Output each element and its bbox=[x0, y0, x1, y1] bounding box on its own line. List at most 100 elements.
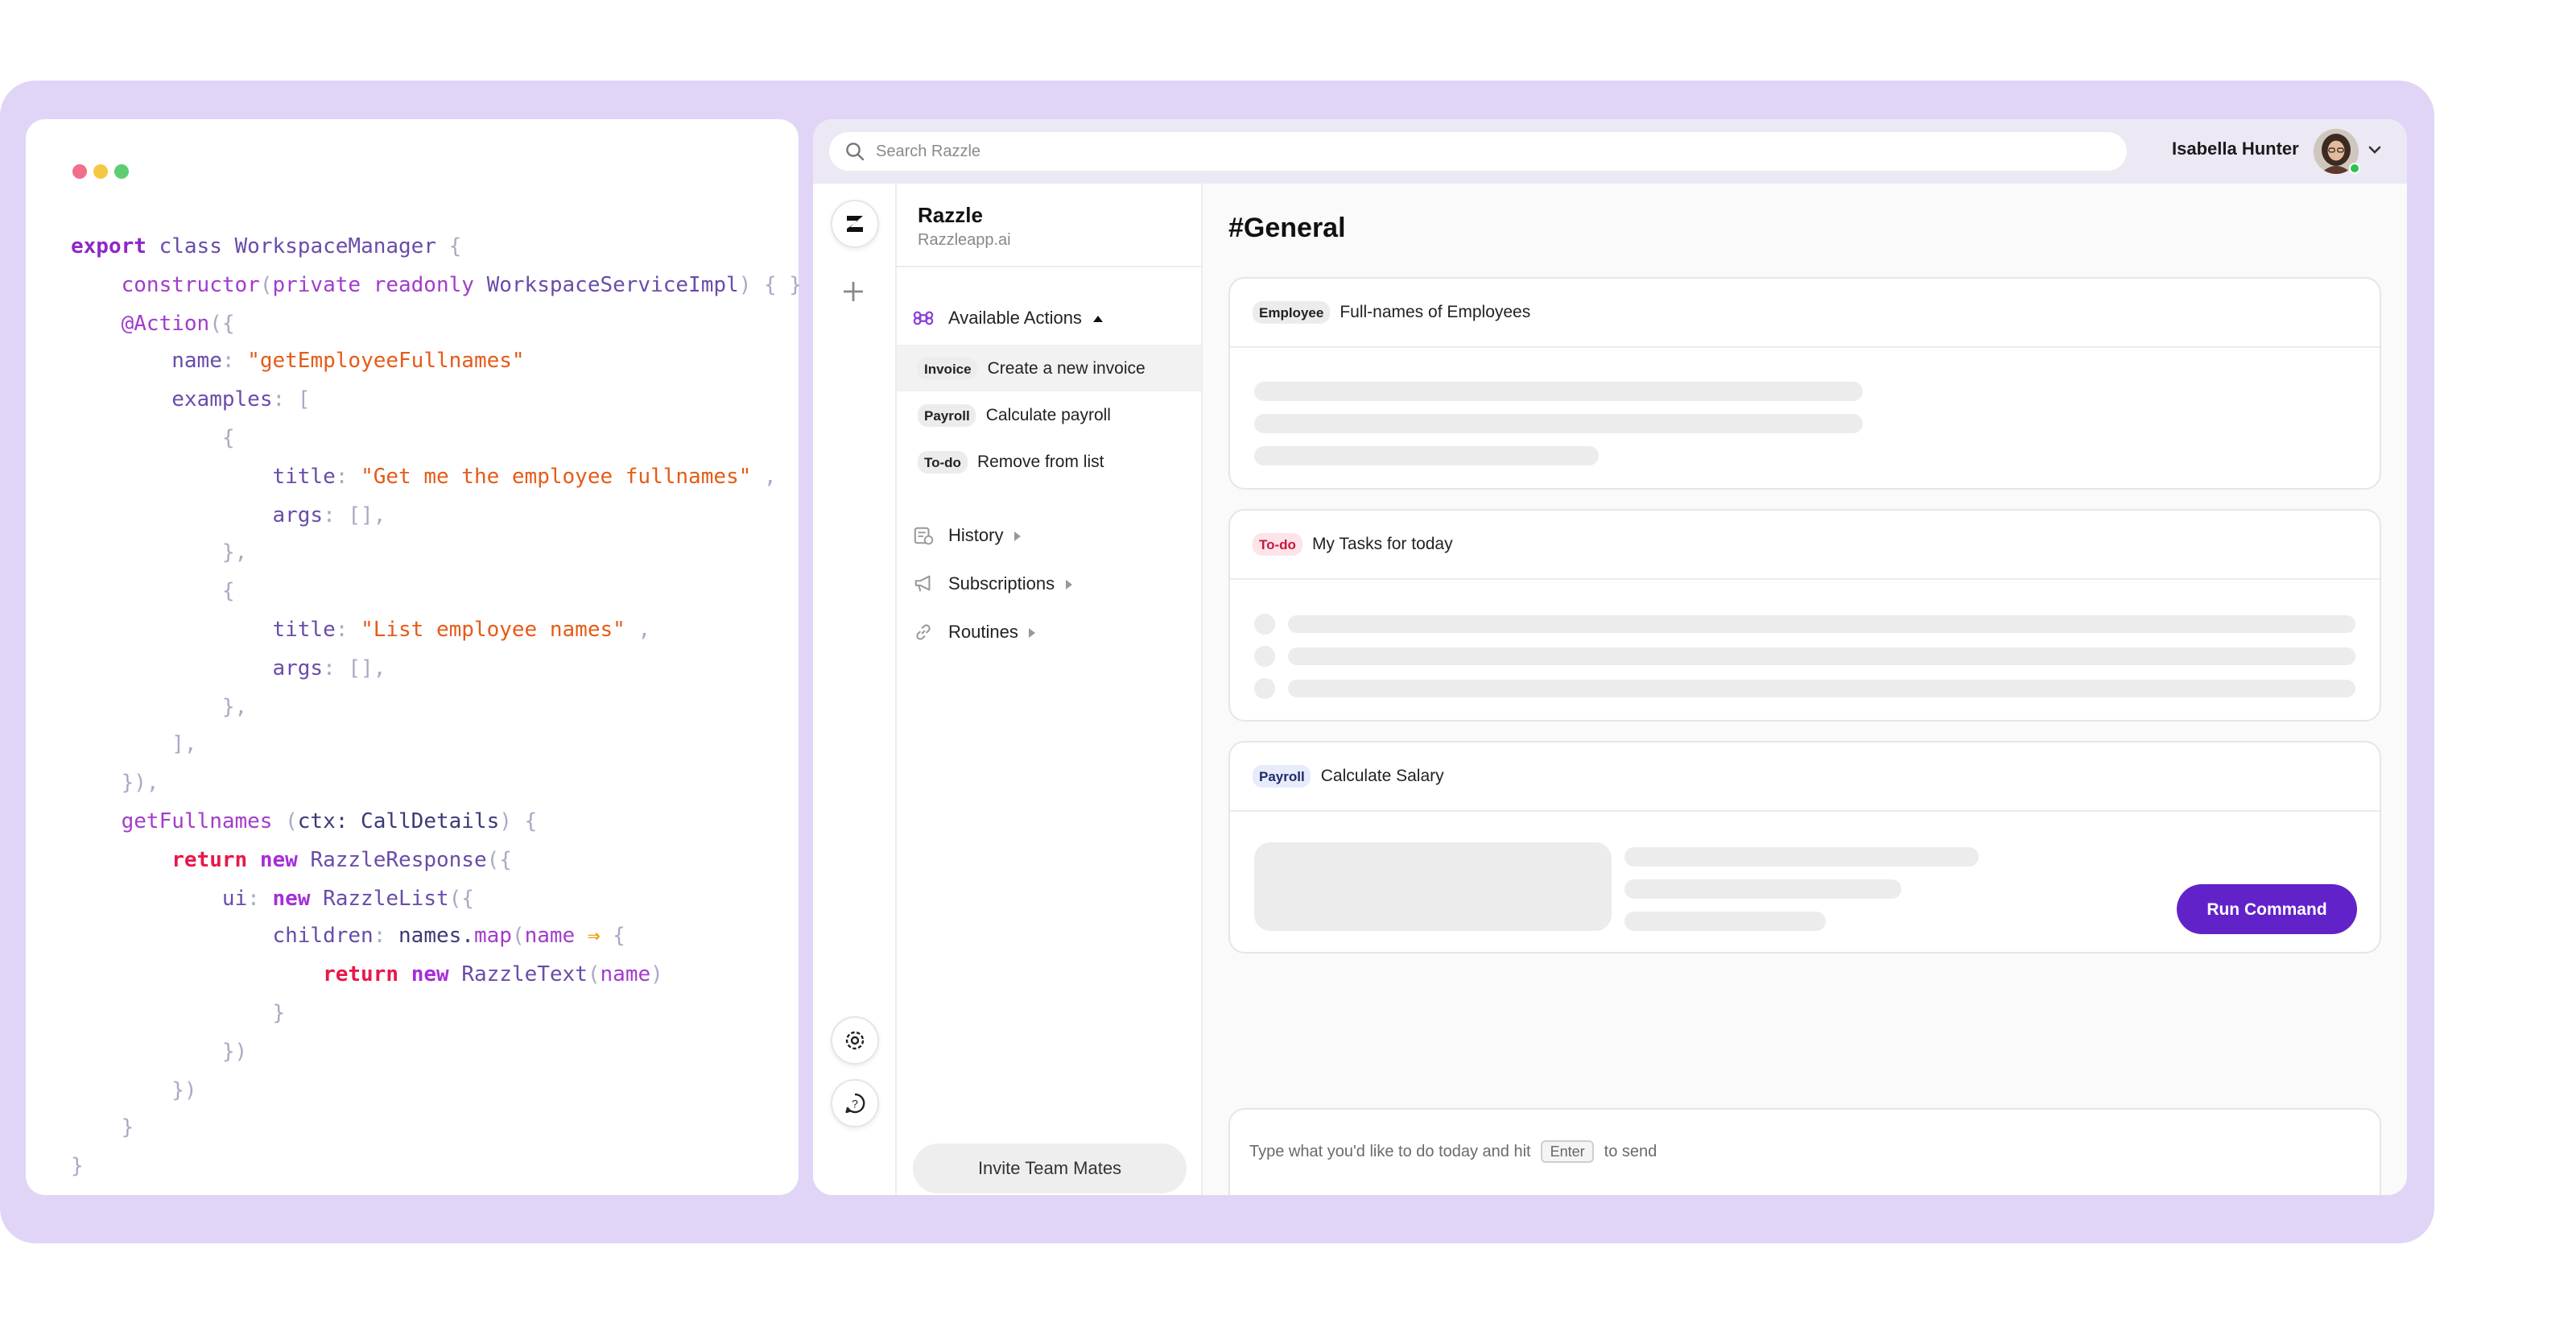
result-card-tasks[interactable]: To-do My Tasks for today bbox=[1228, 509, 2381, 722]
code-token: : bbox=[335, 618, 361, 643]
result-card-payroll[interactable]: Payroll Calculate Salary Run Command bbox=[1228, 741, 2381, 953]
svg-text:?: ? bbox=[852, 1098, 858, 1110]
card-header: Payroll Calculate Salary bbox=[1230, 742, 2380, 812]
code-token: } bbox=[272, 1001, 286, 1026]
code-token: getFullnames bbox=[121, 809, 273, 834]
code-token: { bbox=[436, 235, 462, 259]
result-card-employees[interactable]: Employee Full-names of Employees bbox=[1228, 277, 2381, 490]
code-token: ( bbox=[587, 963, 601, 988]
action-item-todo[interactable]: To-do Remove from list bbox=[897, 438, 1201, 485]
megaphone-icon bbox=[914, 575, 931, 592]
code-token: ) bbox=[650, 963, 663, 988]
minimize-dot[interactable] bbox=[93, 164, 108, 179]
code-line: args: [], bbox=[71, 497, 802, 536]
available-actions-toggle[interactable]: Available Actions bbox=[913, 308, 1119, 329]
sidebar-item-label: Subscriptions bbox=[948, 574, 1055, 593]
code-token: ui bbox=[221, 887, 248, 912]
code-token: ( bbox=[511, 924, 525, 949]
code-line: }) bbox=[71, 1033, 802, 1072]
sidebar-item-label: Routines bbox=[948, 622, 1018, 642]
code-token: name bbox=[171, 349, 222, 374]
help-button[interactable]: ? bbox=[831, 1079, 879, 1127]
code-token: ( bbox=[259, 273, 273, 298]
code-line: export class WorkspaceManager { bbox=[71, 229, 802, 267]
settings-button[interactable] bbox=[831, 1016, 879, 1065]
skeleton-line bbox=[1254, 446, 1599, 465]
message-composer[interactable]: Type what you'd like to do today and hit… bbox=[1228, 1108, 2381, 1195]
card-tag: Payroll bbox=[1253, 765, 1311, 788]
composer-text-after: to send bbox=[1604, 1143, 1657, 1160]
link-icon bbox=[916, 624, 931, 640]
channel-title: #General bbox=[1228, 213, 1346, 243]
add-workspace-icon[interactable] bbox=[842, 280, 865, 303]
code-token: "List employee names" bbox=[361, 618, 625, 643]
skeleton-line bbox=[1624, 912, 1826, 931]
run-command-button[interactable]: Run Command bbox=[2177, 884, 2357, 934]
code-line: { bbox=[71, 573, 802, 612]
code-token: "Get me the employee fullnames" bbox=[361, 465, 752, 490]
code-token: }, bbox=[221, 695, 248, 720]
sidebar-item-subscriptions[interactable]: Subscriptions bbox=[913, 573, 1088, 594]
code-token: class bbox=[159, 235, 222, 259]
code-line: } bbox=[71, 1148, 802, 1187]
workspace-domain: Razzleapp.ai bbox=[918, 232, 1011, 250]
sidebar-item-routines[interactable]: Routines bbox=[913, 622, 1052, 643]
online-status-dot bbox=[2349, 163, 2360, 174]
gear-icon bbox=[845, 1031, 865, 1050]
code-line: }) bbox=[71, 1072, 802, 1110]
user-name[interactable]: Isabella Hunter bbox=[2172, 140, 2299, 159]
composer-placeholder[interactable]: Type what you'd like to do today and hit… bbox=[1249, 1140, 1657, 1163]
app-window: Isabella Hunter bbox=[813, 119, 2407, 1195]
code-line: name: "getEmployeeFullnames" bbox=[71, 344, 802, 383]
channel-view: #General Employee Full-names of Employee… bbox=[1203, 184, 2407, 1195]
code-line: getFullnames (ctx: CallDetails) { bbox=[71, 804, 802, 842]
search-bar[interactable] bbox=[829, 132, 2127, 171]
code-token: : bbox=[335, 465, 361, 490]
code-line: return new RazzleResponse({ bbox=[71, 842, 802, 881]
code-token: , bbox=[751, 465, 777, 490]
code-token: : bbox=[221, 349, 248, 374]
workspace-logo-button[interactable] bbox=[831, 200, 879, 248]
action-item-invoice[interactable]: Invoice Create a new invoice bbox=[897, 345, 1201, 391]
code-token: "getEmployeeFullnames" bbox=[247, 349, 525, 374]
action-item-payroll[interactable]: Payroll Calculate payroll bbox=[897, 391, 1201, 438]
code-line: ui: new RazzleList({ bbox=[71, 880, 802, 919]
code-token: : [], bbox=[323, 503, 386, 528]
code-line: } bbox=[71, 995, 802, 1034]
sidebar-item-history[interactable]: History bbox=[913, 525, 1037, 546]
caret-right-icon bbox=[1014, 531, 1022, 540]
code-token: { bbox=[221, 580, 235, 605]
search-icon bbox=[846, 143, 865, 161]
invite-team-mates-button[interactable]: Invite Team Mates bbox=[913, 1144, 1187, 1193]
card-tag: Employee bbox=[1253, 301, 1331, 324]
code-token: WorkspaceManager bbox=[234, 235, 436, 259]
code-token: ({ bbox=[209, 312, 235, 337]
code-line: examples: [ bbox=[71, 382, 802, 420]
code-token: private readonly bbox=[272, 273, 474, 298]
code-token: RazzleList bbox=[323, 887, 449, 912]
close-dot[interactable] bbox=[72, 164, 87, 179]
chevron-down-icon[interactable] bbox=[2367, 142, 2383, 158]
skeleton-line bbox=[1254, 414, 1863, 433]
code-token: : bbox=[247, 887, 273, 912]
skeleton-checkbox bbox=[1254, 614, 1275, 635]
razzle-logo-icon bbox=[847, 216, 863, 232]
code-token: ctx: CallDetails bbox=[297, 809, 500, 834]
action-tag: Invoice bbox=[918, 357, 978, 379]
skeleton-line bbox=[1288, 615, 2355, 633]
card-title: Full-names of Employees bbox=[1340, 303, 1531, 322]
code-token: return bbox=[323, 963, 399, 988]
search-input[interactable] bbox=[876, 143, 2099, 160]
maximize-dot[interactable] bbox=[114, 164, 129, 179]
